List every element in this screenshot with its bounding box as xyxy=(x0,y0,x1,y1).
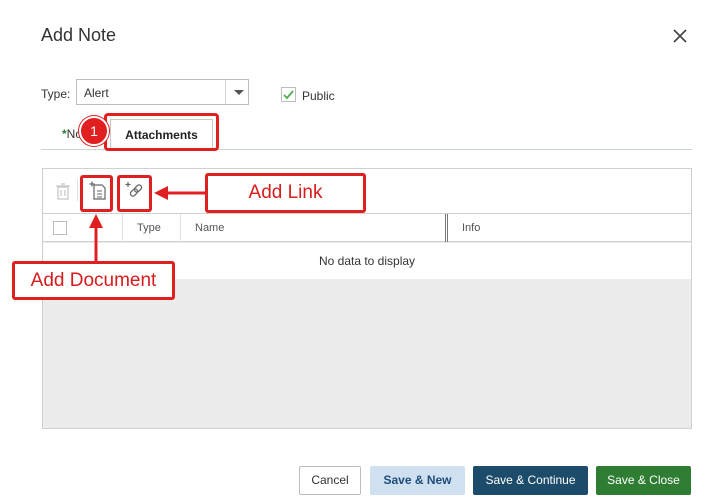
save-new-button[interactable]: Save & New xyxy=(370,466,465,495)
add-link-callout: Add Link xyxy=(205,173,366,213)
add-document-arrowhead xyxy=(89,214,103,228)
save-close-button[interactable]: Save & Close xyxy=(596,466,691,495)
add-link-arrowhead xyxy=(154,186,168,200)
annotation-arrows xyxy=(89,186,205,262)
add-document-callout: Add Document xyxy=(12,261,175,300)
cancel-button[interactable]: Cancel xyxy=(299,466,361,495)
save-continue-button[interactable]: Save & Continue xyxy=(473,466,588,495)
